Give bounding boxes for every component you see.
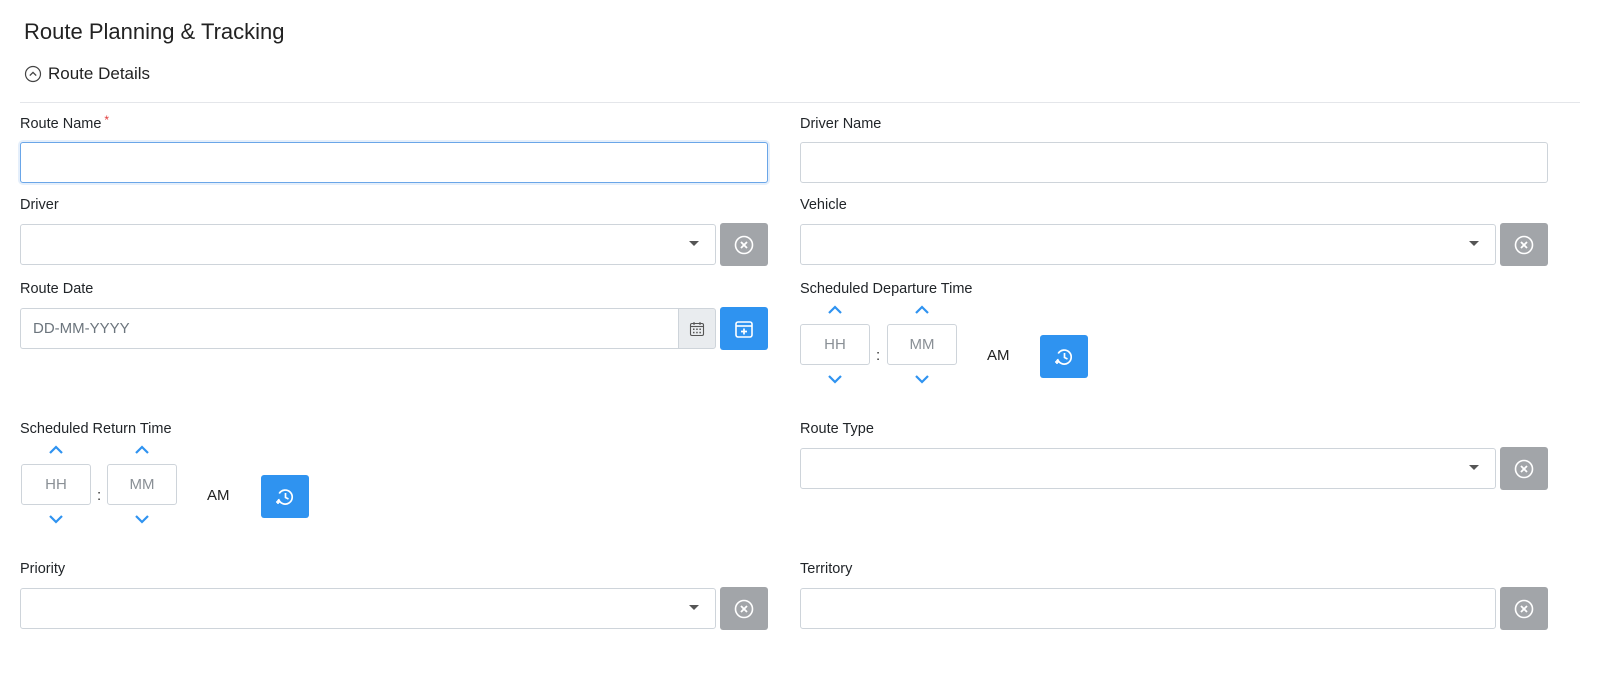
return-time-now-button[interactable] bbox=[261, 475, 309, 518]
departure-time-label: Scheduled Departure Time bbox=[800, 281, 973, 297]
section-divider bbox=[20, 102, 1580, 103]
driver-name-input[interactable] bbox=[800, 142, 1548, 183]
close-circle-icon bbox=[1514, 599, 1534, 618]
territory-input[interactable] bbox=[800, 588, 1496, 629]
vehicle-select[interactable] bbox=[800, 224, 1496, 265]
driver-name-group: Driver Name bbox=[800, 114, 1548, 183]
vehicle-group: Vehicle bbox=[800, 195, 1548, 266]
priority-select[interactable] bbox=[20, 588, 716, 629]
territory-label: Territory bbox=[800, 561, 853, 577]
driver-select[interactable] bbox=[20, 224, 716, 265]
departure-hour-input[interactable]: HH bbox=[800, 324, 870, 365]
vehicle-clear-button[interactable] bbox=[1500, 223, 1548, 266]
dropdown-caret-icon bbox=[1469, 465, 1479, 470]
close-circle-icon bbox=[1514, 459, 1534, 478]
required-marker: * bbox=[104, 113, 110, 127]
vehicle-label: Vehicle bbox=[800, 197, 847, 213]
chevron-up-icon[interactable] bbox=[827, 305, 843, 315]
clock-history-icon bbox=[1055, 348, 1073, 365]
chevron-down-icon[interactable] bbox=[827, 374, 843, 384]
route-date-label: Route Date bbox=[20, 281, 94, 297]
time-separator: : bbox=[876, 347, 881, 364]
return-hour-input[interactable]: HH bbox=[21, 464, 91, 505]
dropdown-caret-icon bbox=[689, 605, 699, 610]
territory-clear-button[interactable] bbox=[1500, 587, 1548, 630]
calendar-plus-icon bbox=[735, 320, 753, 338]
priority-clear-button[interactable] bbox=[720, 587, 768, 630]
return-time-picker: HH : MM AM bbox=[20, 445, 768, 549]
chevron-up-icon[interactable] bbox=[914, 305, 930, 315]
departure-minute-spinner: MM bbox=[887, 305, 957, 384]
chevron-up-circle-icon bbox=[24, 65, 42, 83]
route-date-placeholder: DD-MM-YYYY bbox=[33, 320, 130, 337]
departure-hour-spinner: HH bbox=[800, 305, 870, 384]
departure-meridian-toggle[interactable]: AM bbox=[987, 347, 1010, 364]
route-type-group: Route Type bbox=[800, 419, 1548, 490]
chevron-down-icon[interactable] bbox=[134, 514, 150, 524]
departure-time-now-button[interactable] bbox=[1040, 335, 1088, 378]
calendar-addon[interactable] bbox=[678, 308, 716, 349]
return-minute-input[interactable]: MM bbox=[107, 464, 177, 505]
return-hour-spinner: HH bbox=[21, 445, 91, 524]
close-circle-icon bbox=[734, 235, 754, 254]
time-separator: : bbox=[97, 487, 102, 504]
departure-minute-input[interactable]: MM bbox=[887, 324, 957, 365]
hour-placeholder: HH bbox=[824, 336, 846, 353]
return-minute-spinner: MM bbox=[107, 445, 177, 524]
close-circle-icon bbox=[1514, 235, 1534, 254]
departure-time-picker: HH : MM AM bbox=[800, 305, 1548, 409]
minute-placeholder: MM bbox=[909, 336, 935, 353]
route-date-input[interactable]: DD-MM-YYYY bbox=[20, 308, 678, 349]
route-date-add-button[interactable] bbox=[720, 307, 768, 350]
section-header-route-details[interactable]: Route Details bbox=[24, 64, 150, 84]
return-time-group: Scheduled Return Time HH : MM AM bbox=[20, 419, 768, 549]
section-title: Route Details bbox=[48, 64, 151, 83]
route-date-group: Route Date DD-MM-YYYY bbox=[20, 279, 768, 350]
minute-placeholder: MM bbox=[129, 476, 155, 493]
route-type-select[interactable] bbox=[800, 448, 1496, 489]
chevron-down-icon[interactable] bbox=[914, 374, 930, 384]
driver-clear-button[interactable] bbox=[720, 223, 768, 266]
return-meridian-toggle[interactable]: AM bbox=[207, 487, 230, 504]
chevron-up-icon[interactable] bbox=[48, 445, 64, 455]
page-title: Route Planning & Tracking bbox=[24, 18, 285, 44]
driver-group: Driver bbox=[20, 195, 768, 266]
route-type-label: Route Type bbox=[800, 421, 874, 437]
priority-group: Priority bbox=[20, 559, 768, 630]
chevron-down-icon[interactable] bbox=[48, 514, 64, 524]
driver-label: Driver bbox=[20, 197, 59, 213]
return-time-label: Scheduled Return Time bbox=[20, 421, 172, 437]
route-name-label: Route Name * bbox=[20, 113, 110, 132]
close-circle-icon bbox=[734, 599, 754, 618]
dropdown-caret-icon bbox=[689, 241, 699, 246]
hour-placeholder: HH bbox=[45, 476, 67, 493]
dropdown-caret-icon bbox=[1469, 241, 1479, 246]
route-name-input[interactable] bbox=[20, 142, 768, 183]
calendar-icon bbox=[689, 321, 705, 336]
priority-label: Priority bbox=[20, 561, 66, 577]
route-name-group: Route Name * bbox=[20, 113, 768, 183]
clock-history-icon bbox=[276, 488, 294, 505]
departure-time-group: Scheduled Departure Time HH : MM AM bbox=[800, 279, 1548, 409]
territory-group: Territory bbox=[800, 559, 1548, 630]
chevron-up-icon[interactable] bbox=[134, 445, 150, 455]
driver-name-label: Driver Name bbox=[800, 116, 882, 132]
route-type-clear-button[interactable] bbox=[1500, 447, 1548, 490]
